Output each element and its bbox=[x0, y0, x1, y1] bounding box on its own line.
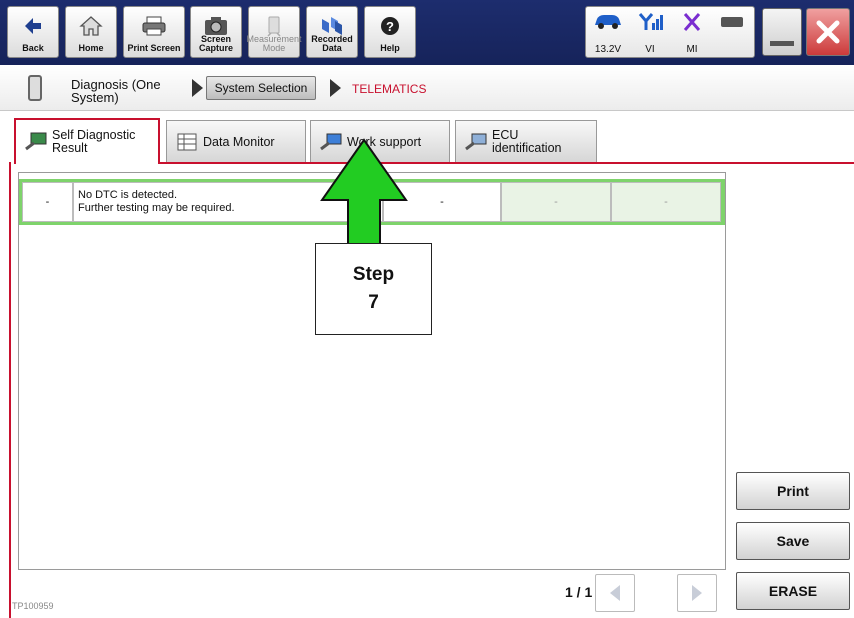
dtc-message-line1: No DTC is detected. bbox=[78, 189, 178, 201]
step-callout: Step 7 bbox=[315, 243, 432, 335]
dtc-message-line2: Further testing may be required. bbox=[78, 202, 235, 214]
previous-page-button[interactable] bbox=[595, 574, 635, 612]
system-selection-button[interactable]: System Selection bbox=[206, 76, 316, 100]
print-screen-button[interactable]: Print Screen bbox=[123, 6, 185, 58]
tab-data-monitor[interactable]: Data Monitor bbox=[166, 120, 306, 163]
tab-underline bbox=[160, 162, 854, 164]
car-icon bbox=[595, 15, 621, 29]
save-button[interactable]: Save bbox=[736, 522, 850, 560]
battery-indicator-icon bbox=[721, 17, 743, 27]
help-button[interactable]: ? Help bbox=[364, 6, 416, 58]
screen-capture-button[interactable]: Screen Capture bbox=[190, 6, 242, 58]
help-label: Help bbox=[380, 43, 400, 53]
tab-label: Data Monitor bbox=[203, 134, 275, 149]
back-label: Back bbox=[22, 43, 44, 53]
close-icon bbox=[816, 20, 840, 44]
minimize-icon bbox=[770, 41, 794, 46]
page-indicator: 1 / 1 bbox=[565, 584, 593, 600]
tab-label: ECU identification bbox=[492, 128, 562, 155]
back-arrow-icon bbox=[8, 13, 58, 39]
close-button[interactable] bbox=[806, 8, 850, 56]
data-monitor-icon bbox=[177, 133, 197, 151]
image-code: TP100959 bbox=[12, 601, 54, 611]
breadcrumb-current-system: TELEMATICS bbox=[352, 82, 427, 96]
recorded-data-button[interactable]: Recorded Data bbox=[306, 6, 358, 58]
top-toolbar: Back Home Print Screen Screen Capture Mea… bbox=[0, 0, 854, 65]
tab-label: Self Diagnostic Result bbox=[52, 128, 136, 155]
measurement-mode-button[interactable]: Measurement Mode bbox=[246, 6, 302, 58]
battery-voltage-status: 13.2V bbox=[590, 11, 626, 57]
breadcrumb: Diagnosis (One System) System Selection … bbox=[0, 66, 854, 111]
mi-status: MI bbox=[674, 11, 710, 57]
step-number: 7 bbox=[368, 292, 379, 313]
dtc-detail-cell-2: - bbox=[611, 182, 721, 222]
camera-icon bbox=[191, 13, 241, 39]
vi-label: VI bbox=[645, 44, 655, 55]
connection-status-panel: 13.2V VI MI bbox=[585, 6, 755, 58]
home-icon bbox=[66, 13, 116, 39]
step-arrow-icon bbox=[320, 138, 408, 245]
back-button[interactable]: Back bbox=[7, 6, 59, 58]
help-icon: ? bbox=[365, 13, 415, 39]
print-button[interactable]: Print bbox=[736, 472, 850, 510]
tab-self-diagnostic-result[interactable]: Self Diagnostic Result bbox=[14, 118, 160, 164]
device-icon bbox=[28, 75, 42, 101]
print-screen-label: Print Screen bbox=[127, 43, 181, 53]
svg-text:?: ? bbox=[386, 19, 394, 34]
triangle-right-icon bbox=[692, 585, 702, 601]
breadcrumb-arrow-icon bbox=[192, 79, 203, 97]
erase-button[interactable]: ERASE bbox=[736, 572, 850, 610]
content-left-border bbox=[9, 162, 11, 618]
recorded-data-icon bbox=[307, 13, 357, 39]
breadcrumb-arrow-icon bbox=[330, 79, 341, 97]
printer-icon bbox=[124, 13, 184, 39]
next-page-button[interactable] bbox=[677, 574, 717, 612]
tab-strip: Self Diagnostic Result Data Monitor Work… bbox=[0, 112, 854, 166]
status-indicator bbox=[714, 11, 750, 57]
dtc-detail-cell: - bbox=[501, 182, 611, 222]
home-label: Home bbox=[78, 43, 104, 53]
mi-label: MI bbox=[686, 44, 698, 55]
tab-ecu-identification[interactable]: ECU identification bbox=[455, 120, 597, 163]
home-button[interactable]: Home bbox=[65, 6, 117, 58]
dtc-code-cell: - bbox=[22, 182, 73, 222]
signal-icon bbox=[638, 13, 663, 30]
voltage-value: 13.2V bbox=[594, 44, 622, 55]
vi-status: VI bbox=[632, 11, 668, 57]
diagnostic-tool-icon bbox=[25, 132, 47, 151]
breadcrumb-diagnosis[interactable]: Diagnosis (One System) bbox=[71, 78, 181, 104]
disconnected-x-icon bbox=[683, 13, 701, 31]
ecu-identification-icon bbox=[465, 133, 487, 151]
step-label: Step bbox=[352, 264, 395, 285]
triangle-left-icon bbox=[610, 585, 620, 601]
measurement-icon bbox=[249, 13, 299, 39]
minimize-button[interactable] bbox=[762, 8, 802, 56]
